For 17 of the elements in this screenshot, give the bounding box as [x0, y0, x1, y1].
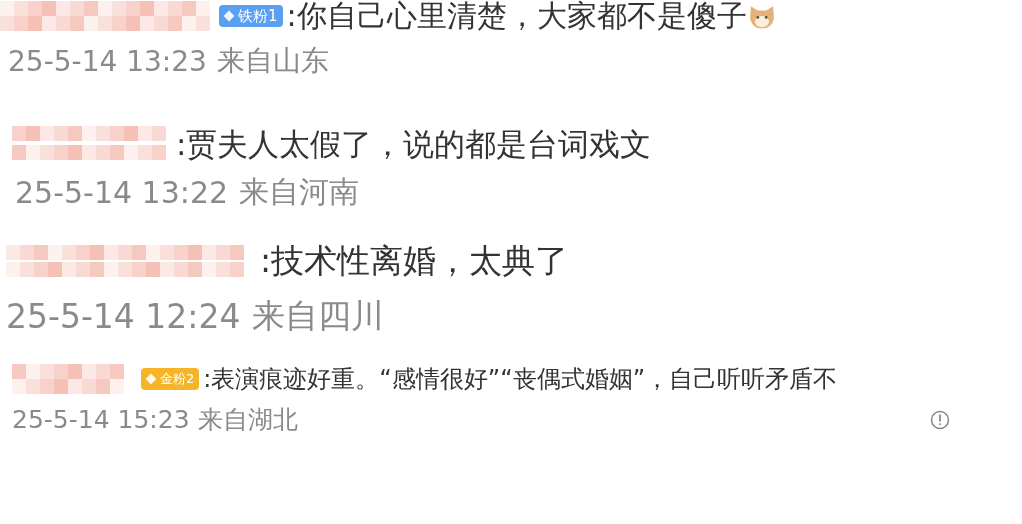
comment-date: 25-5-14 13:23 — [8, 44, 207, 78]
comment-date: 25-5-14 13:22 — [15, 175, 229, 210]
comment-date: 25-5-14 12:24 — [6, 297, 241, 336]
diamond-icon — [145, 373, 157, 385]
comment-location: 来自河南 — [238, 173, 359, 211]
comment-date: 25-5-14 15:23 — [12, 405, 190, 434]
comment-location: 来自山东 — [216, 43, 329, 79]
comment-location: 来自湖北 — [198, 404, 299, 436]
comment-text: :贾夫人太假了，说的都是台词戏文 — [176, 125, 652, 164]
badge-label: 铁粉1 — [238, 6, 278, 26]
comment-text: :技术性离婚，太典了 — [260, 240, 569, 282]
badge-label: 金粉2 — [160, 370, 195, 388]
comment-location: 来自四川 — [251, 295, 384, 337]
info-icon[interactable] — [930, 409, 950, 430]
diamond-icon — [223, 10, 235, 22]
comment-text: :表演痕迹好重。“感情很好”“丧偶式婚姻”，自己听听矛盾不 — [203, 364, 838, 395]
comment-text: :你自己心里清楚，大家都不是傻子 — [286, 0, 747, 35]
